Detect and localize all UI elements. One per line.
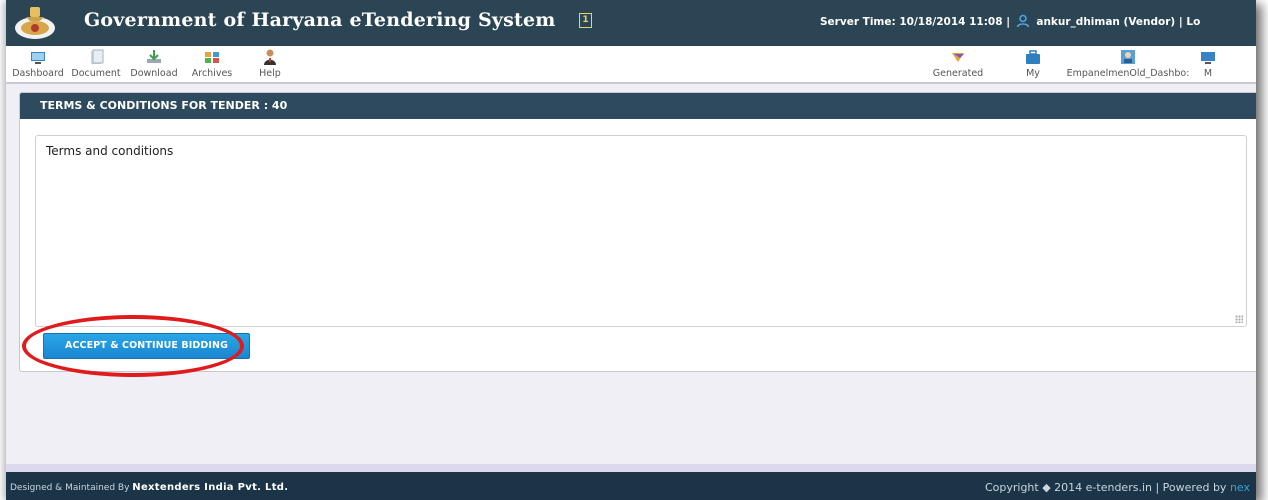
dashboard-icon xyxy=(31,52,45,64)
server-info: Server Time: 10/18/2014 11:08 | ankur_dh… xyxy=(820,14,1200,28)
empanelment-icon xyxy=(1121,50,1135,64)
toolbar-label: Document xyxy=(71,68,121,79)
generated-icon xyxy=(952,53,964,62)
haryana-emblem-icon xyxy=(15,7,55,39)
separator: | xyxy=(1178,16,1183,28)
panel-heading: TERMS & CONDITIONS FOR TENDER : 40 xyxy=(20,93,1256,119)
footer: Designed & Maintained By Nextenders Indi… xyxy=(6,472,1256,500)
logout-link[interactable]: Lo xyxy=(1186,16,1200,28)
briefcase-icon xyxy=(1026,50,1040,64)
browser-frame: Government of Haryana eTendering System … xyxy=(6,0,1256,500)
accept-continue-bidding-button[interactable]: ACCEPT & CONTINUE BIDDING xyxy=(43,333,250,359)
toolbar-label: EmpanelmenOld_Dashbo: xyxy=(1066,68,1190,79)
top-header: Government of Haryana eTendering System … xyxy=(6,0,1256,46)
toolbar-m[interactable]: M xyxy=(1198,48,1218,79)
separator: | xyxy=(1006,16,1011,28)
document-icon xyxy=(91,49,104,64)
help-icon xyxy=(264,49,276,65)
terms-panel: TERMS & CONDITIONS FOR TENDER : 40 Terms… xyxy=(19,92,1256,372)
monitor-icon xyxy=(1201,52,1215,64)
footer-designed-by: Designed & Maintained By xyxy=(10,483,130,493)
main-content: TERMS & CONDITIONS FOR TENDER : 40 Terms… xyxy=(6,84,1256,464)
toolbar-document[interactable]: Document xyxy=(68,48,124,79)
server-time: Server Time: 10/18/2014 11:08 xyxy=(820,16,1003,28)
toolbar-label: My xyxy=(1026,68,1040,79)
footer-company: Nextenders India Pvt. Ltd. xyxy=(132,482,289,493)
toolbar: Dashboard Document Download Archives Hel… xyxy=(6,46,1256,84)
toolbar-label: Download xyxy=(130,68,178,79)
copyright-text: Copyright ◆ 2014 e-tenders.in | Powered … xyxy=(984,481,1227,494)
username-link[interactable]: ankur_dhiman (Vendor) xyxy=(1036,16,1175,28)
toolbar-help[interactable]: Help xyxy=(242,48,298,79)
page-background-strip xyxy=(6,464,1256,472)
toolbar-label: M xyxy=(1203,68,1213,79)
toolbar-my[interactable]: My xyxy=(1018,48,1048,79)
title-badge: 1 xyxy=(579,13,592,28)
archives-icon xyxy=(205,52,219,63)
footer-credit: Designed & Maintained By Nextenders Indi… xyxy=(10,482,288,493)
app-title: Government of Haryana eTendering System xyxy=(84,9,556,31)
toolbar-label: Generated xyxy=(932,68,984,79)
footer-copyright: Copyright ◆ 2014 e-tenders.in | Powered … xyxy=(985,481,1250,494)
download-icon xyxy=(147,50,161,63)
terms-text: Terms and conditions xyxy=(46,144,174,158)
toolbar-generated[interactable]: Generated xyxy=(930,48,986,79)
terms-textarea[interactable]: Terms and conditions xyxy=(35,135,1247,327)
toolbar-label: Archives xyxy=(191,68,233,79)
powered-by-brand[interactable]: nex xyxy=(1230,481,1250,494)
toolbar-label: Help xyxy=(259,68,281,79)
resize-grip-icon[interactable] xyxy=(1235,315,1243,323)
toolbar-label: Dashboard xyxy=(12,68,64,79)
toolbar-dashboard[interactable]: Dashboard xyxy=(10,48,66,79)
toolbar-download[interactable]: Download xyxy=(126,48,182,79)
user-icon xyxy=(1016,14,1029,28)
toolbar-empanelment-dashboard[interactable]: EmpanelmenOld_Dashbo: xyxy=(1062,48,1194,79)
toolbar-archives[interactable]: Archives xyxy=(184,48,240,79)
